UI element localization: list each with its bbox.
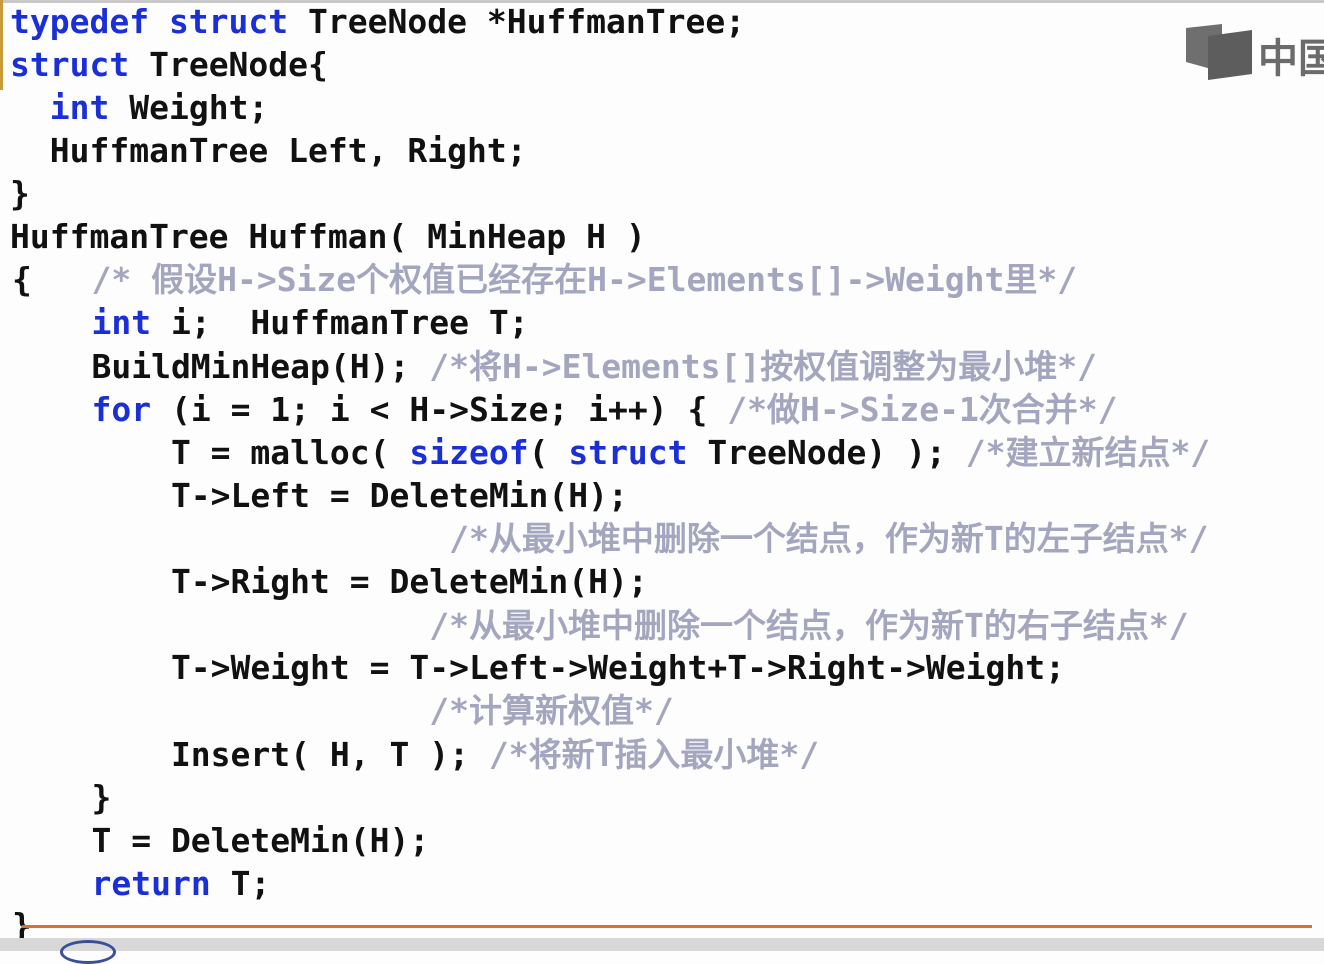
keyword-token: int: [49, 88, 110, 127]
code-line: }: [12, 778, 111, 818]
keyword-token: struct: [10, 45, 130, 84]
code-token: TreeNode *HuffmanTree;: [288, 2, 746, 41]
logo-text: 中国: [1258, 36, 1324, 82]
code-line: /*从最小堆中删除一个结点，作为新T的左子结点*/: [12, 519, 1208, 559]
comment-token: /*将新T插入最小堆*/: [488, 735, 820, 774]
bottom-strip: [0, 938, 1324, 951]
code-line: HuffmanTree Left, Right;: [10, 131, 527, 171]
comment-token: /*建立新结点*/: [965, 433, 1211, 472]
keyword-token: return: [91, 864, 211, 903]
code-token: T->Right = DeleteMin(H);: [12, 562, 648, 601]
code-line: struct TreeNode{: [10, 45, 328, 85]
code-line: { /* 假设H->Size个权值已经存在H->Elements[]->Weig…: [12, 260, 1077, 300]
code-line: T->Weight = T->Left->Weight+T->Right->We…: [12, 648, 1065, 688]
bottom-divider: [22, 925, 1312, 928]
code-token: T;: [210, 864, 271, 903]
comment-token: /* 假设H->Size个权值已经存在H->Elements[]->Weight…: [91, 260, 1078, 299]
code-line: /*从最小堆中删除一个结点，作为新T的右子结点*/: [12, 606, 1189, 646]
keyword-token: int: [91, 303, 152, 342]
code-token: {: [12, 260, 92, 299]
code-token: i; HuffmanTree T;: [151, 303, 529, 342]
comment-token: /*从最小堆中删除一个结点，作为新T的左子结点*/: [449, 519, 1209, 558]
code-token: BuildMinHeap(H);: [12, 347, 430, 386]
code-token: (: [528, 433, 569, 472]
code-line: return T;: [12, 864, 270, 904]
code-token: HuffmanTree Huffman( MinHeap H ): [10, 217, 646, 256]
comment-token: /*做H->Size-1次合并*/: [727, 390, 1118, 429]
keyword-token: typedef struct: [10, 2, 289, 41]
comment-token: /*从最小堆中删除一个结点，作为新T的右子结点*/: [429, 606, 1189, 645]
code-token: Insert( H, T );: [12, 735, 489, 774]
code-line: int i; HuffmanTree T;: [12, 303, 529, 343]
code-line: BuildMinHeap(H); /*将H->Elements[]按权值调整为最…: [12, 347, 1097, 387]
code-line: }: [10, 174, 30, 214]
comment-token: /*计算新权值*/: [429, 691, 674, 730]
code-line: /*计算新权值*/: [12, 691, 674, 731]
code-token: Weight;: [109, 88, 269, 127]
code-token: TreeNode) );: [687, 433, 966, 472]
code-line: T = malloc( sizeof( struct TreeNode) ); …: [12, 433, 1210, 473]
code-line: typedef struct TreeNode *HuffmanTree;: [10, 2, 745, 42]
code-token: T = malloc(: [12, 433, 410, 472]
code-token: TreeNode{: [129, 45, 328, 84]
code-listing: typedef struct TreeNode *HuffmanTree; str…: [0, 0, 1324, 951]
code-line: for (i = 1; i < H->Size; i++) { /*做H->Si…: [12, 390, 1118, 430]
code-token: }: [12, 778, 112, 817]
code-token: T->Weight = T->Left->Weight+T->Right->We…: [12, 648, 1065, 687]
code-token: (i = 1; i < H->Size; i++) {: [151, 390, 728, 429]
code-line: int Weight;: [10, 88, 269, 128]
code-line: HuffmanTree Huffman( MinHeap H ): [10, 217, 646, 257]
code-line: T->Right = DeleteMin(H);: [12, 562, 648, 602]
code-token: T->Left = DeleteMin(H);: [12, 476, 628, 515]
keyword-token: sizeof: [409, 433, 529, 472]
code-token: HuffmanTree Left, Right;: [10, 131, 527, 170]
keyword-token: for: [91, 390, 152, 429]
comment-token: /*将H->Elements[]按权值调整为最小堆*/: [429, 347, 1097, 386]
keyword-token: struct: [568, 433, 688, 472]
code-line: T->Left = DeleteMin(H);: [12, 476, 628, 516]
code-line: T = DeleteMin(H);: [12, 821, 429, 861]
code-line: Insert( H, T ); /*将新T插入最小堆*/: [12, 735, 819, 775]
bottom-circle-icon: [60, 940, 116, 964]
code-token: T = DeleteMin(H);: [12, 821, 430, 860]
code-token: }: [10, 174, 30, 213]
